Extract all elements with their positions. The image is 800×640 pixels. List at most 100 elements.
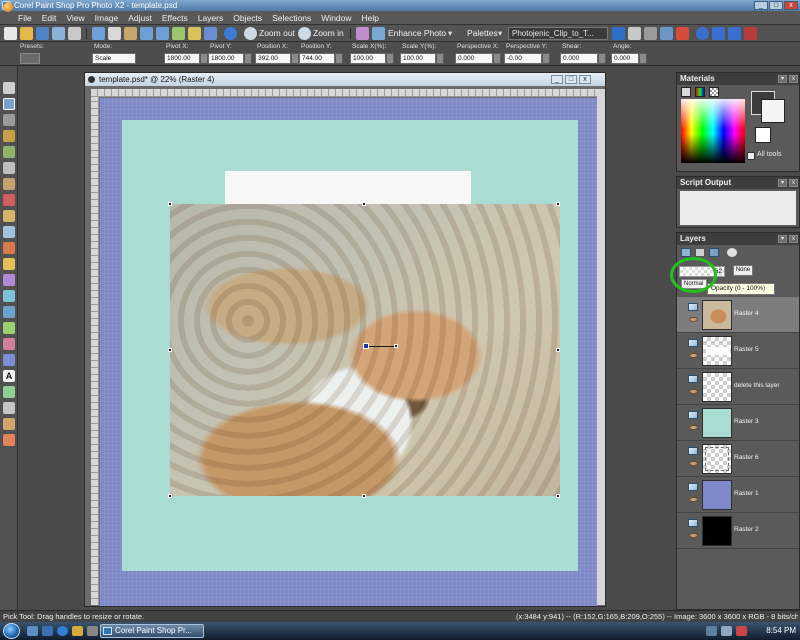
image-canvas[interactable] <box>100 98 597 606</box>
layer-eye-icon[interactable] <box>689 461 698 466</box>
scale-x-spinner[interactable] <box>386 53 394 64</box>
handle-bottom-middle[interactable] <box>362 494 366 498</box>
stop-icon[interactable] <box>712 27 725 40</box>
handle-bottom-left[interactable] <box>168 494 172 498</box>
new-file-icon[interactable] <box>4 27 17 40</box>
paste-icon[interactable] <box>124 27 137 40</box>
pen-tool-icon[interactable] <box>3 402 15 414</box>
redo-icon[interactable] <box>156 27 169 40</box>
open-file-icon[interactable] <box>20 27 33 40</box>
layer-eye-icon[interactable] <box>689 389 698 394</box>
makeover-icon[interactable] <box>3 210 15 222</box>
tray-network-icon[interactable] <box>706 626 717 636</box>
folder-icon[interactable] <box>72 626 83 636</box>
browser-icon[interactable] <box>57 626 68 636</box>
enhance-photo-chevron-icon[interactable]: ▾ <box>448 27 452 40</box>
menu-view[interactable]: View <box>61 11 89 25</box>
script-output-text[interactable] <box>680 191 796 225</box>
layer-visibility-icon[interactable] <box>688 483 698 491</box>
preset-shape-icon[interactable] <box>3 386 15 398</box>
script-output-close-icon[interactable]: x <box>789 179 798 187</box>
minimize-button[interactable]: _ <box>754 1 768 10</box>
layer-row-raster-3[interactable]: Raster 3 <box>677 405 799 441</box>
run-script-icon[interactable] <box>612 27 625 40</box>
shear-spinner[interactable] <box>598 53 606 64</box>
smudge-icon[interactable] <box>3 290 15 302</box>
handle-bottom-right[interactable] <box>556 494 560 498</box>
menu-effects[interactable]: Effects <box>157 11 193 25</box>
perspective-y-spinner[interactable] <box>542 53 550 64</box>
layer-row-raster-5[interactable]: Raster 5 <box>677 333 799 369</box>
handle-middle-right[interactable] <box>556 348 560 352</box>
pivot-y-field[interactable]: 1800.00 <box>208 53 244 64</box>
maximize-button[interactable]: □ <box>769 1 783 10</box>
layer-row-raster-4[interactable]: Raster 4 <box>677 297 799 333</box>
new-mask-icon[interactable] <box>695 248 705 257</box>
save-icon[interactable] <box>36 27 49 40</box>
info-icon[interactable] <box>224 27 237 40</box>
palettes-menu[interactable]: Palettes <box>467 27 498 40</box>
color-replacer-icon[interactable] <box>3 322 15 334</box>
tray-alert-icon[interactable] <box>736 626 747 636</box>
pan-tool-icon[interactable] <box>3 82 15 94</box>
layer-row-raster-2[interactable]: Raster 2 <box>677 513 799 549</box>
scale-y-field[interactable]: 100.00 <box>400 53 436 64</box>
zoom-in-icon[interactable] <box>298 27 311 40</box>
position-y-field[interactable]: 744.00 <box>299 53 335 64</box>
position-y-spinner[interactable] <box>335 53 343 64</box>
handle-top-right[interactable] <box>556 202 560 206</box>
mode-select[interactable]: Scale <box>92 53 136 64</box>
layer-visibility-icon[interactable] <box>688 375 698 383</box>
dog-photo-layer[interactable] <box>170 204 560 496</box>
presets-pick-icon[interactable] <box>20 53 40 64</box>
new-layer-icon[interactable] <box>681 248 691 257</box>
layer-row-delete-this-layer[interactable]: delete this layer <box>677 369 799 405</box>
quick-launch-icon[interactable] <box>87 626 98 636</box>
scale-x-field[interactable]: 100.00 <box>350 53 386 64</box>
menu-selections[interactable]: Selections <box>267 11 316 25</box>
layer-eye-icon[interactable] <box>689 497 698 502</box>
pivot-x-field[interactable]: 1800.00 <box>164 53 200 64</box>
crop-icon[interactable] <box>188 27 201 40</box>
script-edit-icon[interactable] <box>628 27 641 40</box>
undo-icon[interactable] <box>140 27 153 40</box>
zoom-out-icon[interactable] <box>244 27 257 40</box>
perspective-x-spinner[interactable] <box>493 53 501 64</box>
enhance-photo-menu[interactable]: Enhance Photo <box>388 27 446 40</box>
layers-close-icon[interactable]: x <box>789 235 798 243</box>
doc-minimize-button[interactable]: _ <box>551 75 563 84</box>
dodge-icon[interactable] <box>3 274 15 286</box>
eraser-icon[interactable] <box>3 338 15 350</box>
enhance-photo-icon[interactable] <box>372 27 385 40</box>
pick-tool-icon[interactable] <box>3 98 15 110</box>
history-icon[interactable] <box>172 27 185 40</box>
layer-visibility-icon[interactable] <box>688 447 698 455</box>
background-color-swatch[interactable] <box>761 99 785 123</box>
start-button[interactable] <box>3 623 20 639</box>
text-tool-icon[interactable]: A <box>3 370 15 382</box>
print-icon[interactable] <box>68 27 81 40</box>
close-button[interactable]: x <box>784 1 798 10</box>
switch-windows-icon[interactable] <box>42 626 53 636</box>
warp-brush-icon[interactable] <box>3 418 15 430</box>
angle-field[interactable]: 0.000 <box>611 53 639 64</box>
selection-tool-icon[interactable] <box>3 114 15 126</box>
menu-adjust[interactable]: Adjust <box>123 11 157 25</box>
menu-edit[interactable]: Edit <box>37 11 62 25</box>
flood-fill-icon[interactable] <box>3 354 15 366</box>
tray-volume-icon[interactable] <box>721 626 732 636</box>
layer-eye-icon[interactable] <box>689 533 698 538</box>
clone-brush-icon[interactable] <box>3 226 15 238</box>
handle-middle-left[interactable] <box>168 348 172 352</box>
swatches-tab-icon[interactable] <box>709 87 719 97</box>
layer-visibility-icon[interactable] <box>688 519 698 527</box>
menu-window[interactable]: Window <box>316 11 356 25</box>
layer-eye-icon[interactable] <box>689 425 698 430</box>
cut-icon[interactable] <box>92 27 105 40</box>
copy-icon[interactable] <box>108 27 121 40</box>
taskbar-clock[interactable]: 8:54 PM <box>750 625 796 637</box>
layer-row-raster-1[interactable]: Raster 1 <box>677 477 799 513</box>
all-tools-checkbox[interactable] <box>747 152 755 160</box>
rainbow-tab-icon[interactable] <box>695 87 705 97</box>
layer-row-raster-6[interactable]: Raster 6 <box>677 441 799 477</box>
